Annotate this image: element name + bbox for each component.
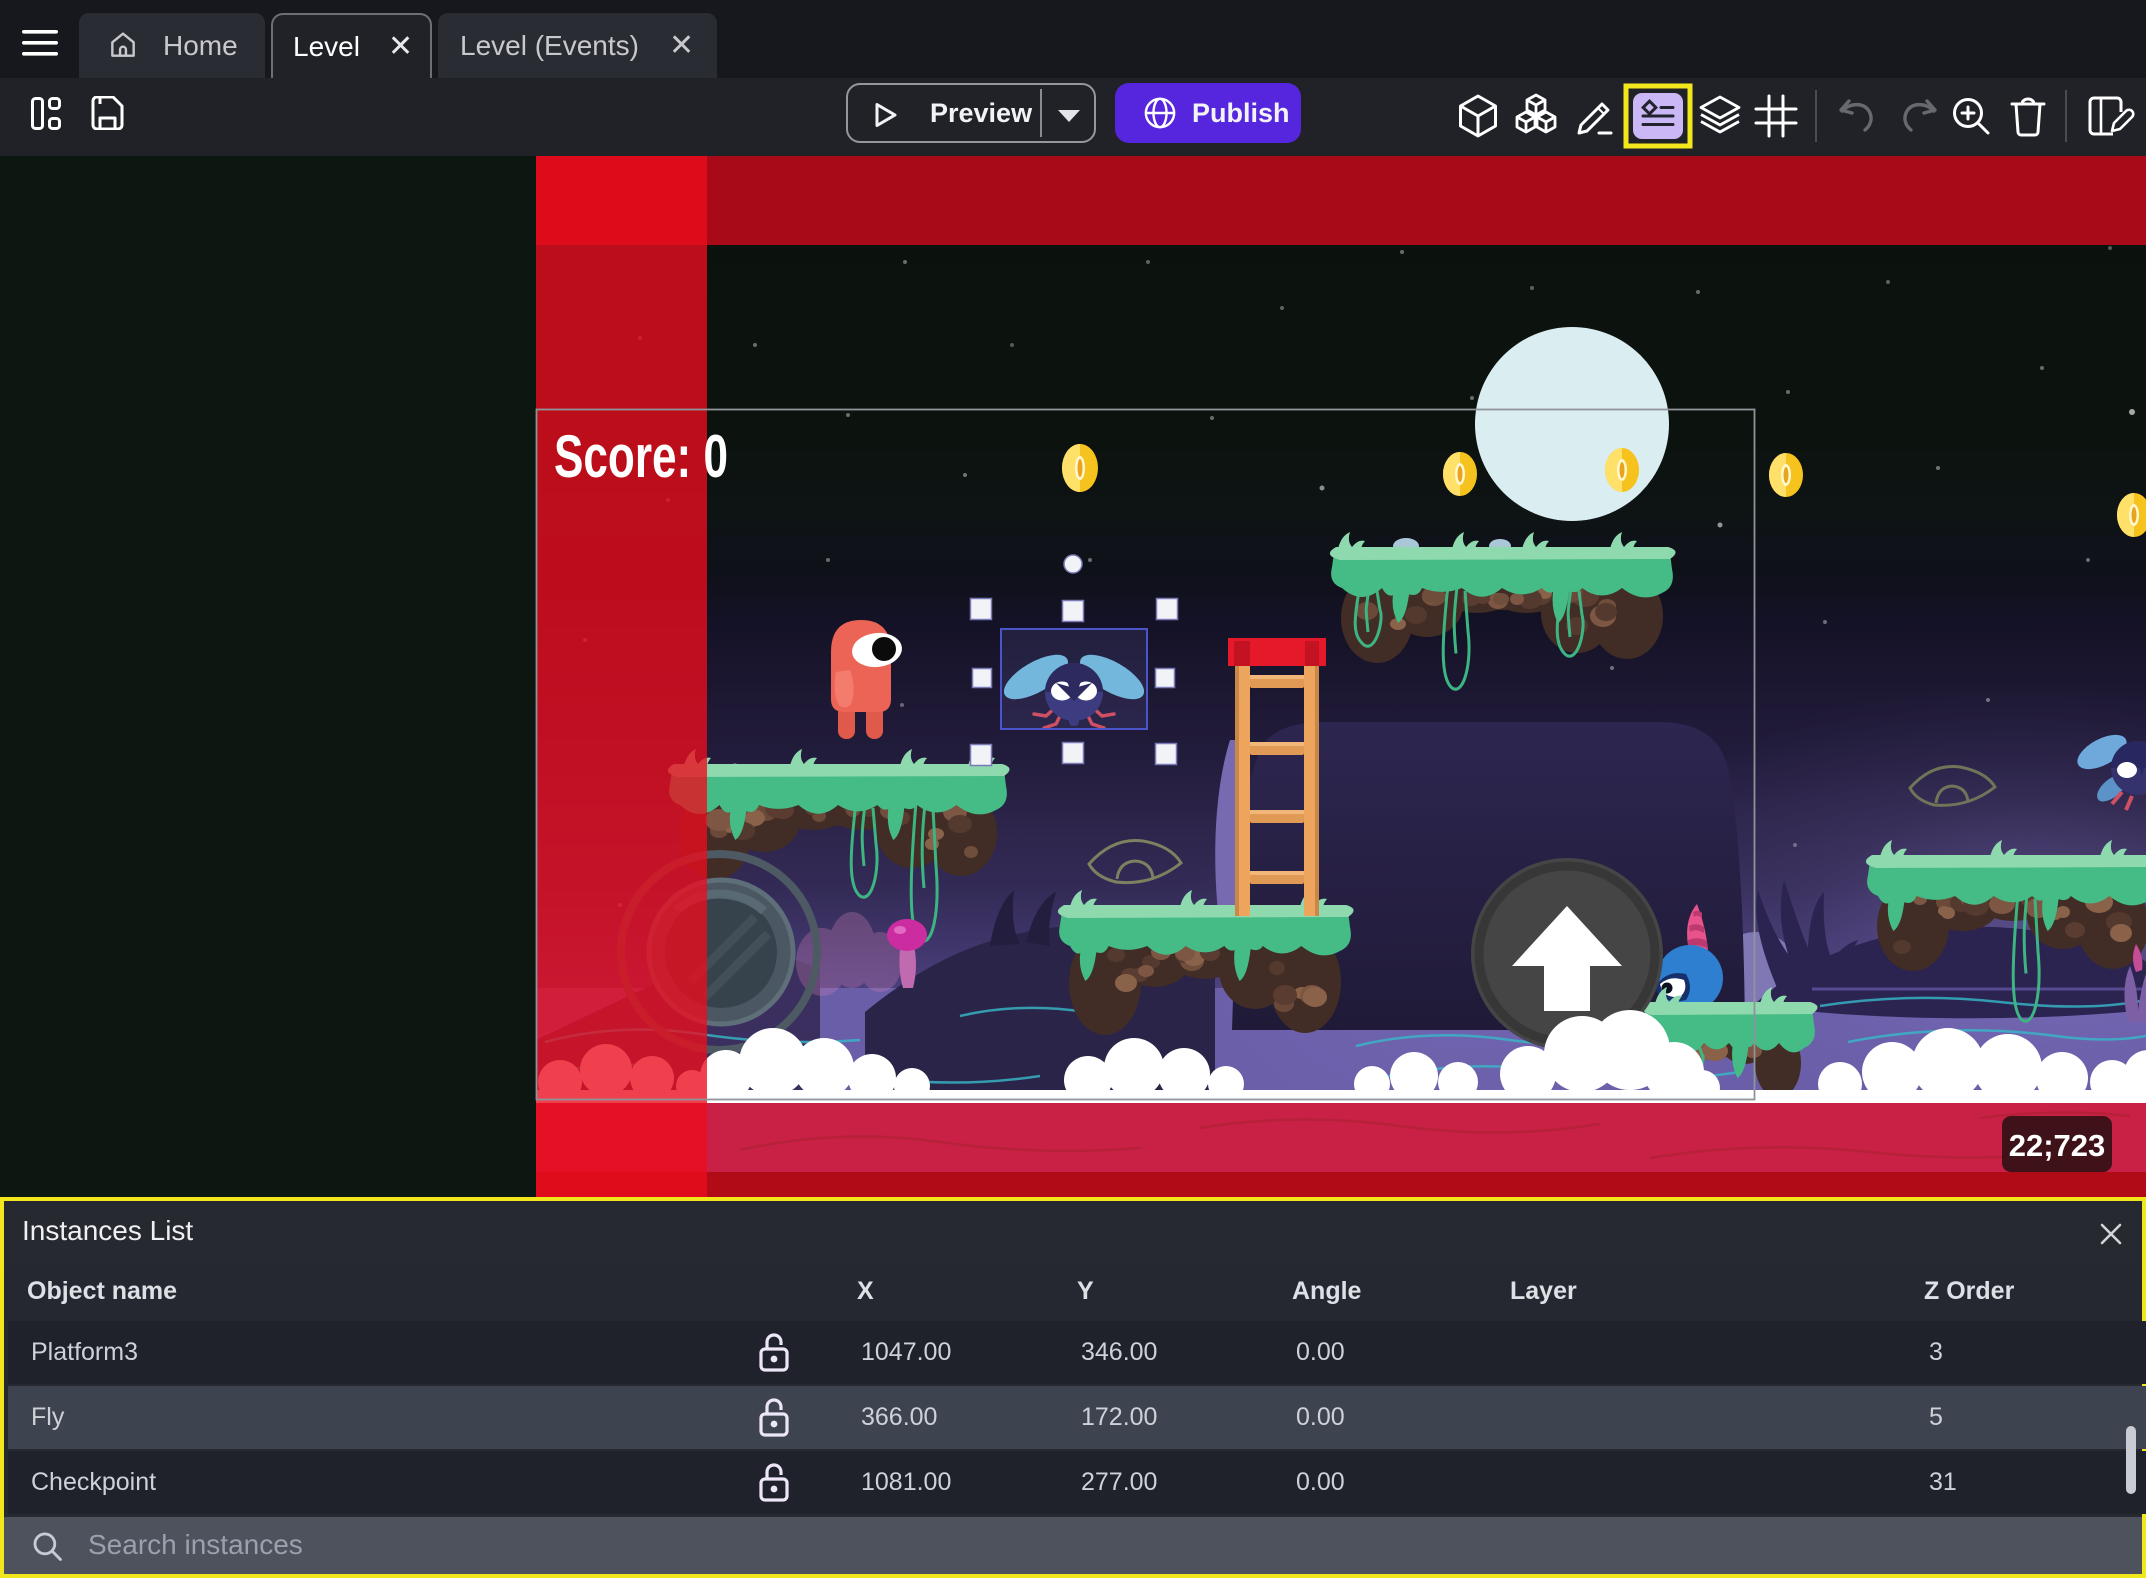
svg-text:Score: 0: Score: 0 (554, 423, 728, 490)
svg-text:22;723: 22;723 (2009, 1128, 2106, 1163)
